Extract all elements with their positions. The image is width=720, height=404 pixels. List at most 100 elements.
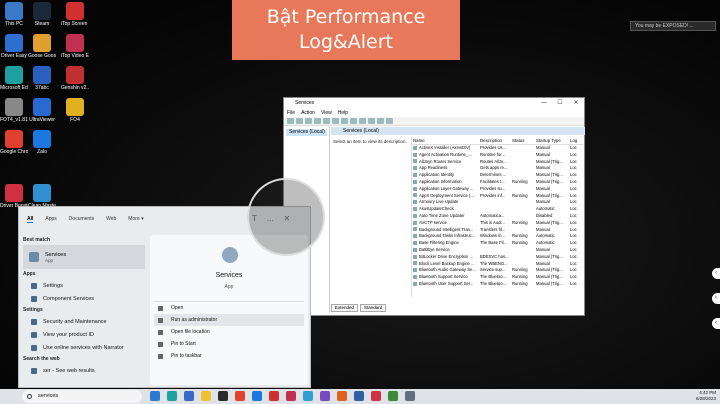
- desktop-icon[interactable]: FO4: [61, 98, 89, 123]
- panel-close-button[interactable]: ✕: [284, 214, 291, 228]
- tab-all[interactable]: All: [27, 216, 34, 223]
- close-button[interactable]: ✕: [568, 98, 584, 109]
- table-row[interactable]: AppX Deployment Service (... Provides inf…: [412, 193, 583, 200]
- table-row[interactable]: ActiveX Installer (AxInstSV) Provides Us.…: [412, 145, 583, 152]
- properties-icon[interactable]: [314, 118, 321, 124]
- tab-web[interactable]: Web: [106, 216, 116, 222]
- result-security-maintenance[interactable]: Security and Maintenance: [19, 315, 149, 328]
- taskbar-app-icon[interactable]: [252, 391, 262, 401]
- tree-node-services-local[interactable]: Services (Local): [286, 129, 327, 136]
- taskbar-app-icon[interactable]: [405, 391, 415, 401]
- side-arrow-1[interactable]: ‹: [712, 268, 720, 279]
- desktop-icon[interactable]: FOT4_v1.819: [0, 98, 28, 123]
- refresh-icon[interactable]: [323, 118, 330, 124]
- forward-icon[interactable]: [296, 118, 303, 124]
- col-startup-type[interactable]: Startup Type: [536, 137, 570, 144]
- search-input[interactable]: services: [38, 393, 58, 399]
- taskbar-app-icon[interactable]: [286, 391, 296, 401]
- desktop-icon[interactable]: Zalo: [28, 130, 56, 155]
- desktop-icon[interactable]: iTop Screen Recorder: [61, 2, 89, 27]
- taskbar-app-icon[interactable]: [184, 391, 194, 401]
- tab-extended[interactable]: Extended: [331, 304, 359, 312]
- side-arrow-2[interactable]: ‹: [712, 293, 720, 304]
- table-row[interactable]: AVCTP service This is Audi... Running Manua…: [412, 220, 583, 227]
- desktop-icon[interactable]: UltraViewer: [28, 98, 56, 123]
- table-row[interactable]: App Readiness Gets apps re... Manual Loc: [412, 165, 583, 172]
- tab-more[interactable]: More ▾: [128, 216, 143, 222]
- table-row[interactable]: AsusUpdateCheck Automatic Loc: [412, 206, 583, 213]
- desktop-icon[interactable]: 37abc: [28, 66, 56, 91]
- taskbar-app-icon[interactable]: [303, 391, 313, 401]
- col-status[interactable]: Status: [512, 137, 536, 144]
- desktop-icon[interactable]: This PC: [0, 2, 28, 27]
- panel-more-button[interactable]: ...: [267, 214, 274, 228]
- taskbar-app-icon[interactable]: [235, 391, 245, 401]
- action-pin-to-start[interactable]: Pin to Start: [154, 338, 304, 350]
- taskbar-app-icon[interactable]: [150, 391, 160, 401]
- table-row[interactable]: AllJoyn Router Service Routes AllJo... Man…: [412, 159, 583, 166]
- taskbar-app-icon[interactable]: [201, 391, 211, 401]
- taskbar-search-box[interactable]: services: [22, 390, 142, 403]
- col-log-on-as[interactable]: Log: [570, 137, 582, 144]
- up-icon[interactable]: [305, 118, 312, 124]
- services-titlebar[interactable]: Services — ☐ ✕: [284, 98, 584, 109]
- menu-action[interactable]: Action: [301, 109, 315, 117]
- table-row[interactable]: Base Filtering Engine The Base Fil... Runn…: [412, 240, 583, 247]
- table-row[interactable]: Bluetooth Support Service The Bluetoo... R…: [412, 274, 583, 281]
- table-row[interactable]: Application Layer Gateway ... Provides su…: [412, 186, 583, 193]
- desktop-icon[interactable]: Driver Easy: [0, 34, 28, 59]
- table-row[interactable]: Auto Time Zone Updater Automatica... Disab…: [412, 213, 583, 220]
- action-open-file-location[interactable]: Open file location: [154, 326, 304, 338]
- result-product-id[interactable]: View your product ID: [19, 328, 149, 341]
- table-row[interactable]: Agent Activation Runtime_... Runtime for.…: [412, 152, 583, 159]
- tab-apps[interactable]: Apps: [45, 216, 56, 222]
- tab-standard[interactable]: Standard: [360, 304, 387, 312]
- desktop-icon[interactable]: Google Chrome: [0, 130, 28, 155]
- taskbar-app-icon[interactable]: [320, 391, 330, 401]
- pause-icon[interactable]: [377, 118, 384, 124]
- tab-documents[interactable]: Documents: [69, 216, 94, 222]
- table-row[interactable]: BitLocker Drive Encryption ... BDESVC hos…: [412, 254, 583, 261]
- action-open[interactable]: Open: [154, 302, 304, 314]
- side-arrow-3[interactable]: ‹: [712, 318, 720, 329]
- table-row[interactable]: Bluetooth Audio Gateway Se... Service sup…: [412, 267, 583, 274]
- system-tray-clock[interactable]: 4:42 PM 6/28/2023: [676, 390, 716, 403]
- col-description[interactable]: Description: [480, 137, 512, 144]
- view-icon[interactable]: [350, 118, 357, 124]
- table-row[interactable]: Block Level Backup Engine ... The WBENG..…: [412, 261, 583, 268]
- table-row[interactable]: Background Tasks Infrastruc... Windows in…: [412, 233, 583, 240]
- taskbar-app-icon[interactable]: [337, 391, 347, 401]
- table-row[interactable]: Application Identity Determines ... Manual…: [412, 172, 583, 179]
- taskbar-app-icon[interactable]: [388, 391, 398, 401]
- table-row[interactable]: Application Information Facilitates t... R…: [412, 179, 583, 186]
- desktop-icon[interactable]: Microsoft Edge: [0, 66, 28, 91]
- table-row[interactable]: Background Intelligent Tran... Transfers …: [412, 227, 583, 234]
- help-icon[interactable]: [341, 118, 348, 124]
- export-icon[interactable]: [332, 118, 339, 124]
- table-row[interactable]: Armoury Live Update Manual Loc: [412, 199, 583, 206]
- stop-icon[interactable]: [368, 118, 375, 124]
- taskbar-app-icon[interactable]: [354, 391, 364, 401]
- restart-icon[interactable]: [386, 118, 393, 124]
- best-match-item[interactable]: Services App: [23, 245, 145, 269]
- action-pin-to-taskbar[interactable]: Pin to taskbar: [154, 350, 304, 362]
- taskbar-app-icon[interactable]: [371, 391, 381, 401]
- desktop-icon[interactable]: Goose Goose Duck: [28, 34, 56, 59]
- minimize-button[interactable]: —: [536, 98, 552, 109]
- security-notification[interactable]: You may be EXPOSED! ...: [630, 21, 716, 31]
- taskbar-app-icon[interactable]: [167, 391, 177, 401]
- result-component-services[interactable]: Component Services: [19, 292, 149, 305]
- menu-file[interactable]: File: [287, 109, 295, 117]
- result-narrator[interactable]: Use online services with Narrator: [19, 341, 149, 354]
- desktop-icon[interactable]: iTop Video Editor: [61, 34, 89, 59]
- desktop-icon[interactable]: Steam: [28, 2, 56, 27]
- back-icon[interactable]: [287, 118, 294, 124]
- play-icon[interactable]: [359, 118, 366, 124]
- result-web-search[interactable]: ser - See web results: [19, 364, 149, 377]
- menu-view[interactable]: View: [321, 109, 332, 117]
- menu-help[interactable]: Help: [338, 109, 348, 117]
- taskbar-app-icon[interactable]: [269, 391, 279, 401]
- table-row[interactable]: BattlEye Service Manual Loc: [412, 247, 583, 254]
- taskbar-app-icon[interactable]: [218, 391, 228, 401]
- col-name[interactable]: Name: [412, 137, 480, 144]
